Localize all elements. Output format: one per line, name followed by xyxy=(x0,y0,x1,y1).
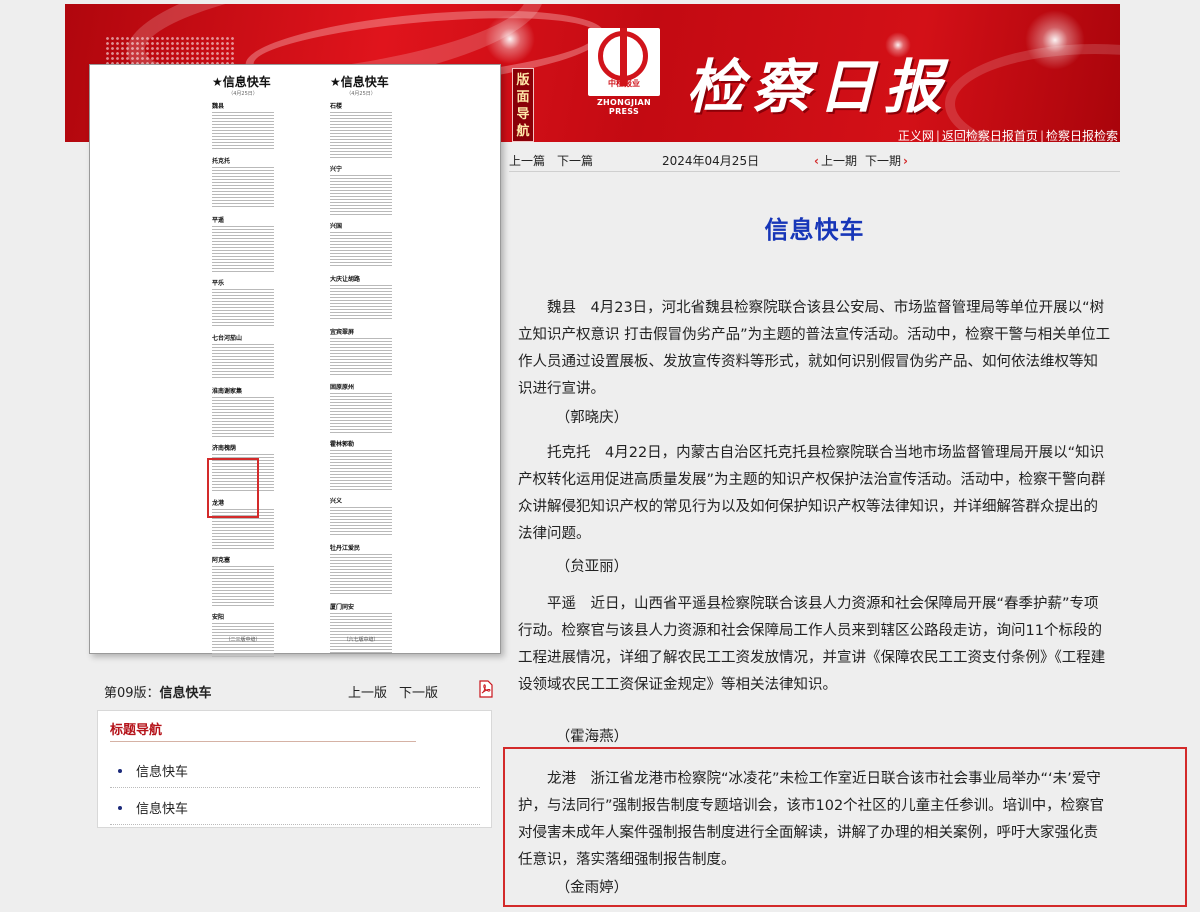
link-home[interactable]: 返回检察日报首页 xyxy=(942,129,1038,143)
link-zhengyi[interactable]: 正义网 xyxy=(898,129,934,143)
column-block[interactable]: 兴国 xyxy=(330,221,392,268)
column-block[interactable]: 兴宁 xyxy=(330,164,392,215)
column-block[interactable]: 霍林郭勒 xyxy=(330,439,392,490)
top-links: 正义网 | 返回检察日报首页 | 检察日报检索 xyxy=(898,127,1118,144)
headline-nav-item[interactable]: 信息快车 xyxy=(110,798,480,825)
masthead-title: 检察日报 xyxy=(686,53,951,121)
column-block[interactable]: 石楼 xyxy=(330,101,392,158)
banner-flare xyxy=(485,14,535,64)
thumbnail-highlight-box xyxy=(207,458,259,518)
column-footer: （二三版中缝） xyxy=(225,637,261,643)
page-number: 第09版： xyxy=(104,686,160,701)
headline-nav-title: 标题导航 xyxy=(110,723,163,738)
column-block[interactable]: 宜宾翠屏 xyxy=(330,327,392,376)
next-article-link[interactable]: 下一篇 xyxy=(557,152,593,169)
article-title: 信息快车 xyxy=(764,216,865,244)
column-block[interactable]: 固原原州 xyxy=(330,382,392,433)
link-separator: | xyxy=(935,129,940,143)
prev-article-link[interactable]: 上一篇 xyxy=(509,152,545,169)
page-column-left: ★信息快车 （4月25日） 魏县 托克托 平遥 平乐 七台河茄山 淮南谢家集 济… xyxy=(212,73,274,659)
article-byline: （霍海燕） xyxy=(555,729,629,745)
article-byline: （贠亚丽） xyxy=(555,559,629,575)
column-block[interactable]: 厦门同安 xyxy=(330,602,392,653)
next-issue-link[interactable]: 下一期 xyxy=(865,152,908,169)
article-paragraph: 托克托 4月22日，内蒙古自治区托克托县检察院联合当地市场监督管理局开展以“知识… xyxy=(518,445,1106,542)
bullet-icon xyxy=(118,806,122,810)
prev-page-link[interactable]: 上一版 xyxy=(348,686,387,701)
headline-nav-panel: 标题导航 信息快车 信息快车 xyxy=(97,710,492,828)
bullet-icon xyxy=(118,769,122,773)
banner-dots xyxy=(105,36,235,66)
column-block[interactable]: 淮南谢家集 xyxy=(212,386,274,437)
article-byline: （郭晓庆） xyxy=(555,410,629,426)
page-column-right: ★信息快车 （4月25日） 石楼 兴宁 兴国 大庆让胡路 宜宾翠屏 固原原州 霍… xyxy=(330,73,392,653)
logo-en-text: ZHONGJIAN PRESS xyxy=(596,98,652,116)
page-nav-tab[interactable]: 版面导航 xyxy=(512,68,534,142)
column-heading: ★信息快车 xyxy=(330,75,389,89)
column-block[interactable]: 七台河茄山 xyxy=(212,333,274,380)
headline-nav-item[interactable]: 信息快车 xyxy=(110,761,480,788)
newspaper-logo: 中检报业 xyxy=(588,28,660,96)
column-date: （4月25日） xyxy=(228,91,258,97)
page-nav: 上一版 下一版 xyxy=(348,682,450,701)
link-search[interactable]: 检察日报检索 xyxy=(1046,129,1118,143)
column-block[interactable]: 大庆让胡路 xyxy=(330,274,392,321)
prev-issue-link[interactable]: 上一期 xyxy=(814,152,857,169)
column-block[interactable]: 托克托 xyxy=(212,156,274,209)
toolbar-divider xyxy=(509,171,1120,172)
link-separator: | xyxy=(1039,129,1044,143)
article-paragraph: 平遥 近日，山西省平遥县检察院联合该县人力资源和社会保障局开展“春季护薪”专项行… xyxy=(518,596,1106,693)
article-highlight-box xyxy=(503,747,1187,907)
column-block[interactable]: 魏县 xyxy=(212,101,274,150)
page-title: 信息快车 xyxy=(159,686,212,701)
column-heading: ★信息快车 xyxy=(212,75,271,89)
article-paragraph: 魏县 4月23日，河北省魏县检察院联合该县公安局、市场监督管理局等单位开展以“树… xyxy=(518,300,1111,397)
page-caption: 第09版：信息快车 xyxy=(104,682,212,701)
column-footer: （六七版中缝） xyxy=(343,637,379,643)
column-block[interactable]: 牡丹江爱民 xyxy=(330,543,392,596)
column-block[interactable]: 兴义 xyxy=(330,496,392,537)
issue-date: 2024年04月25日 xyxy=(662,154,760,168)
column-block[interactable]: 阿克塞 xyxy=(212,555,274,606)
headline-nav-divider xyxy=(110,741,416,742)
column-date: （4月25日） xyxy=(346,91,376,97)
column-block[interactable]: 平乐 xyxy=(212,278,274,327)
pdf-icon[interactable] xyxy=(478,680,494,698)
banner-flare xyxy=(1025,10,1085,70)
logo-cn-text: 中检报业 xyxy=(608,79,640,88)
next-page-link[interactable]: 下一版 xyxy=(399,686,438,701)
page-image[interactable]: ★信息快车 （4月25日） 魏县 托克托 平遥 平乐 七台河茄山 淮南谢家集 济… xyxy=(89,64,501,659)
column-block[interactable]: 平遥 xyxy=(212,215,274,272)
